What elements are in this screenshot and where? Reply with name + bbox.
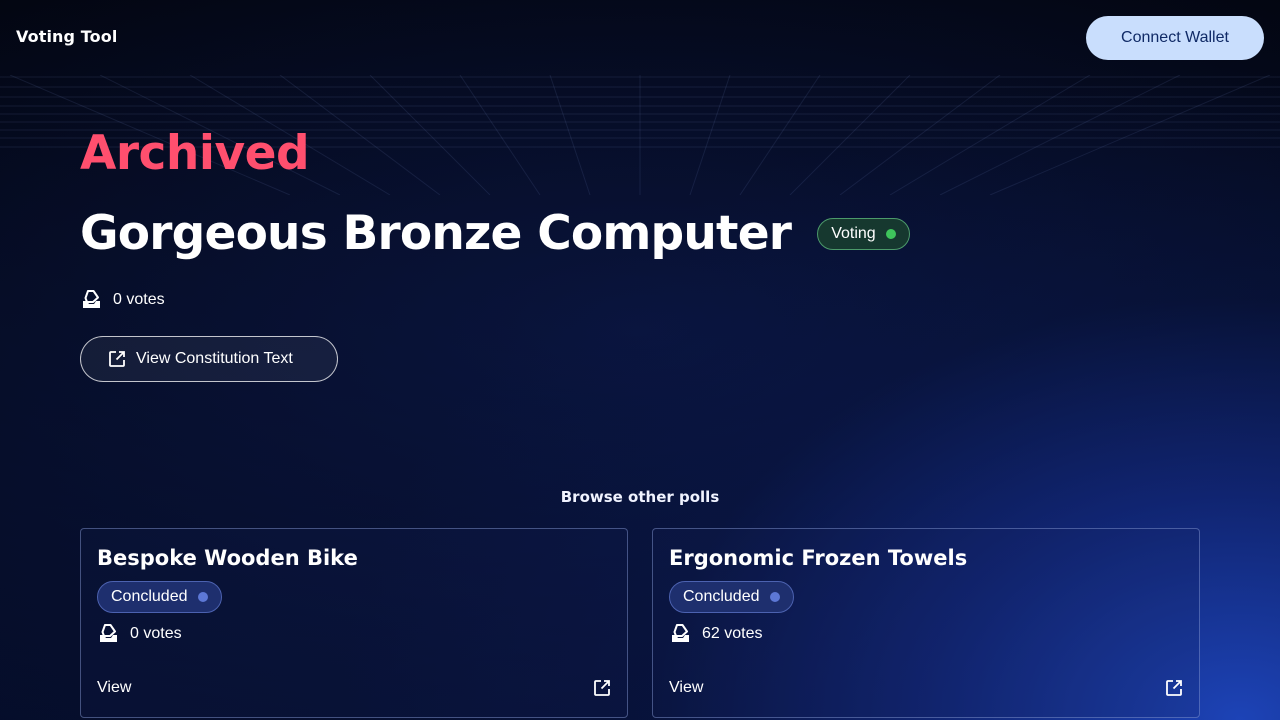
poll-card-vote-count: 0 votes xyxy=(98,623,182,644)
poll-card: Ergonomic Frozen Towels Concluded 62 vot… xyxy=(652,528,1200,718)
brand-title[interactable]: Voting Tool xyxy=(16,27,117,46)
top-bar: Voting Tool Connect Wallet xyxy=(0,0,1280,76)
poll-card-vote-count-label: 0 votes xyxy=(130,624,182,642)
poll-card-title: Ergonomic Frozen Towels xyxy=(669,546,968,570)
browse-polls-heading: Browse other polls xyxy=(560,488,720,506)
poll-title-row: Gorgeous Bronze Computer Voting xyxy=(80,206,910,261)
status-dot-icon xyxy=(197,592,208,602)
poll-card-vote-count-label: 62 votes xyxy=(702,624,763,642)
poll-card: Bespoke Wooden Bike Concluded 0 votes Vi… xyxy=(80,528,628,718)
ballot-box-icon xyxy=(672,624,689,642)
poll-title: Gorgeous Bronze Computer xyxy=(80,206,792,261)
poll-card-view-link[interactable]: View xyxy=(669,679,703,697)
status-badge: Voting xyxy=(817,217,910,250)
poll-card-vote-count: 62 votes xyxy=(670,623,762,644)
status-badge-label: Voting xyxy=(831,224,876,242)
status-badge: Concluded xyxy=(97,581,222,613)
ballot-box-icon xyxy=(83,290,100,308)
poll-vote-count-label: 0 votes xyxy=(113,290,165,308)
external-link-icon xyxy=(109,351,125,367)
status-badge-label: Concluded xyxy=(111,588,188,605)
view-constitution-text-button[interactable]: View Constitution Text xyxy=(80,336,338,382)
ballot-box-icon xyxy=(100,624,117,642)
archived-heading: Archived xyxy=(80,126,310,181)
poll-card-title: Bespoke Wooden Bike xyxy=(97,546,358,570)
poll-card-view-link[interactable]: View xyxy=(97,679,131,697)
poll-vote-count: 0 votes xyxy=(81,289,165,310)
external-link-icon[interactable] xyxy=(1165,679,1183,697)
view-constitution-text-label: View Constitution Text xyxy=(136,350,293,367)
connect-wallet-button[interactable]: Connect Wallet xyxy=(1086,16,1264,60)
status-badge-label: Concluded xyxy=(683,588,760,605)
external-link-icon[interactable] xyxy=(593,679,611,697)
status-badge: Concluded xyxy=(669,581,794,613)
status-dot-icon xyxy=(885,228,896,239)
status-dot-icon xyxy=(769,592,780,602)
